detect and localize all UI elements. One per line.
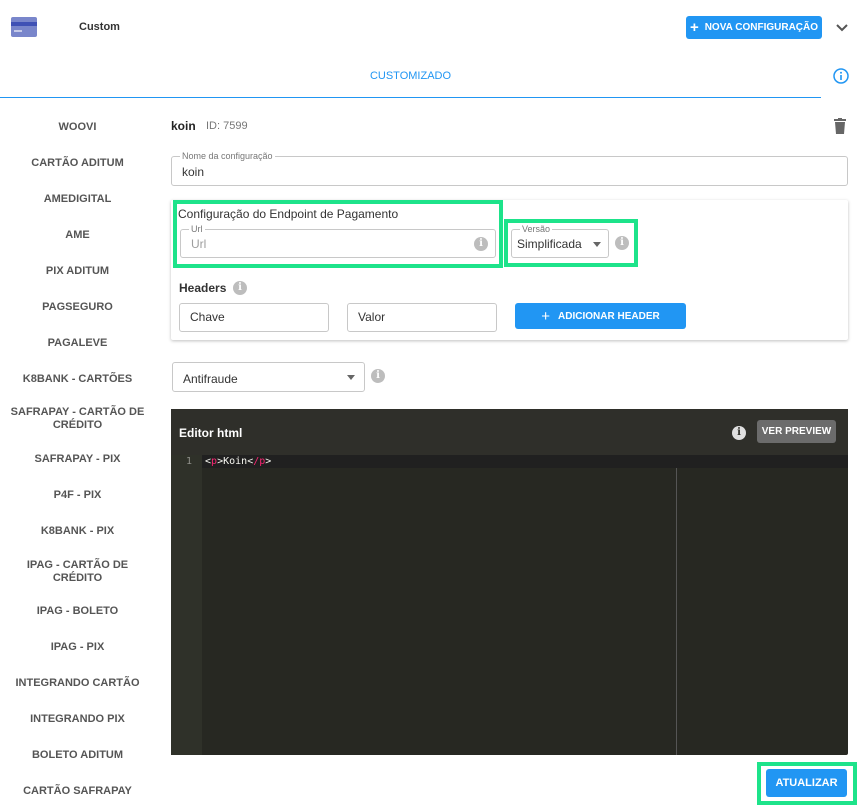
sidebar-item-amedigital[interactable]: AMEDIGITAL: [5, 193, 150, 206]
add-header-label: ADICIONAR HEADER: [558, 310, 660, 322]
sidebar-item-k8bank-cartoes[interactable]: K8BANK - CARTÕES: [5, 373, 150, 386]
code-text: Koin: [223, 456, 248, 467]
sidebar-item-ipag-boleto[interactable]: IPAG - BOLETO: [5, 605, 150, 618]
config-name-field-label: Nome da configuração: [180, 151, 275, 161]
tab-customizado[interactable]: CUSTOMIZADO: [0, 70, 821, 82]
sidebar-item-cartao-aditum[interactable]: CARTÃO ADITUM: [5, 157, 150, 170]
html-editor: Editor html i VER PREVIEW 1 <p>Koin</p>: [171, 409, 848, 755]
update-button[interactable]: ATUALIZAR: [766, 769, 847, 797]
app-title: Custom: [79, 21, 120, 33]
tab-bar: CUSTOMIZADO: [0, 60, 821, 98]
endpoint-title: Configuração do Endpoint de Pagamento: [178, 207, 399, 221]
info-icon[interactable]: i: [732, 426, 746, 440]
code-close-tag: /p: [253, 456, 266, 467]
sidebar-item-safrapay-cartao[interactable]: SAFRAPAY - CARTÃO DE CRÉDITO: [5, 406, 150, 432]
caret-down-icon: [593, 242, 601, 247]
header-value-input[interactable]: Valor: [347, 303, 497, 332]
chevron-down-icon[interactable]: [833, 19, 851, 37]
info-icon[interactable]: i: [615, 236, 629, 250]
credit-card-icon: [11, 17, 37, 37]
header-key-placeholder: Chave: [190, 310, 225, 324]
plus-icon: +: [689, 19, 699, 36]
version-value: Simplificada: [517, 237, 582, 251]
sidebar-item-pix-aditum[interactable]: PIX ADITUM: [5, 265, 150, 278]
code-open-tag: p: [211, 456, 218, 467]
new-configuration-button[interactable]: + NOVA CONFIGURAÇÃO: [686, 16, 822, 39]
sidebar-item-integrando-cartao[interactable]: INTEGRANDO CARTÃO: [5, 677, 150, 690]
sidebar-item-integrando-pix[interactable]: INTEGRANDO PIX: [5, 713, 150, 726]
info-icon[interactable]: [833, 68, 849, 84]
config-name-field-value: koin: [182, 165, 205, 179]
editor-title: Editor html: [179, 426, 243, 440]
url-label: Url: [189, 224, 205, 234]
url-input[interactable]: Url Url i: [180, 224, 496, 258]
sidebar-item-ipag-cartao[interactable]: IPAG - CARTÃO DE CRÉDITO: [20, 559, 135, 585]
sidebar-item-pagseguro[interactable]: PAGSEGURO: [5, 301, 150, 314]
info-icon[interactable]: i: [371, 369, 385, 383]
info-icon[interactable]: i: [233, 281, 247, 295]
sidebar-item-k8bank-pix[interactable]: K8BANK - PIX: [5, 525, 150, 538]
header-key-input[interactable]: Chave: [179, 303, 329, 332]
plus-icon: +: [541, 307, 551, 325]
sidebar-item-woovi[interactable]: WOOVI: [5, 121, 150, 134]
info-icon[interactable]: i: [474, 237, 488, 251]
sidebar-item-cartao-safrapay[interactable]: CARTÃO SAFRAPAY: [5, 785, 150, 798]
preview-button[interactable]: VER PREVIEW: [757, 420, 836, 443]
sidebar-item-safrapay-pix[interactable]: SAFRAPAY - PIX: [5, 453, 150, 466]
add-header-button[interactable]: + ADICIONAR HEADER: [515, 303, 686, 329]
active-line: [202, 455, 848, 468]
url-placeholder: Url: [191, 237, 207, 251]
config-name-field[interactable]: Nome da configuração koin: [171, 151, 848, 186]
sidebar-item-pagaleve[interactable]: PAGALEVE: [5, 337, 150, 350]
print-margin: [676, 468, 677, 755]
editor-gutter: [171, 455, 202, 755]
code-line[interactable]: <p>Koin</p>: [205, 456, 271, 467]
sidebar-item-boleto-aditum[interactable]: BOLETO ADITUM: [5, 749, 150, 762]
new-configuration-label: NOVA CONFIGURAÇÃO: [704, 22, 819, 33]
sidebar-item-ipag-pix[interactable]: IPAG - PIX: [5, 641, 150, 654]
config-id: ID: 7599: [206, 120, 248, 132]
config-name: koin: [171, 119, 196, 133]
trash-icon[interactable]: [833, 118, 847, 134]
version-select[interactable]: Versão Simplificada: [511, 224, 609, 258]
antifraude-select[interactable]: Antifraude: [172, 362, 365, 392]
sidebar-item-p4f-pix[interactable]: P4F - PIX: [5, 489, 150, 502]
line-number: 1: [186, 456, 193, 467]
header-value-placeholder: Valor: [358, 310, 386, 324]
editor-toolbar: Editor html i VER PREVIEW: [171, 409, 848, 455]
antifraude-value: Antifraude: [183, 372, 238, 386]
top-bar: Custom + NOVA CONFIGURAÇÃO: [0, 0, 862, 55]
version-label: Versão: [520, 224, 553, 234]
sidebar-item-ame[interactable]: AME: [5, 229, 150, 242]
headers-title: Headers: [179, 281, 227, 295]
caret-down-icon: [347, 375, 355, 380]
